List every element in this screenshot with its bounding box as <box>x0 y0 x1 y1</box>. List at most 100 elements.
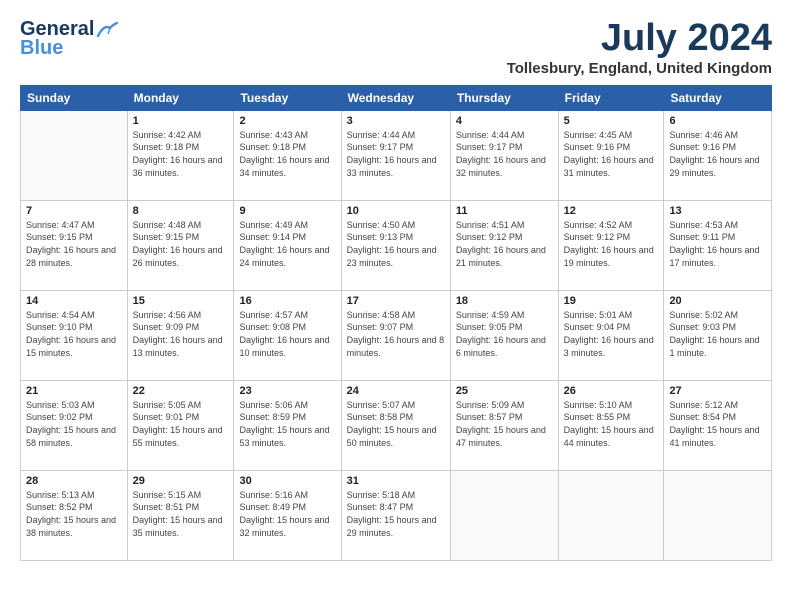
day-number: 21 <box>26 385 122 397</box>
calendar-week-row: 28Sunrise: 5:13 AMSunset: 8:52 PMDayligh… <box>21 470 772 560</box>
day-number: 29 <box>133 475 229 487</box>
calendar-day-cell: 31 Sunrise: 5:18 AMSunset: 8:47 PMDayligh… <box>341 470 450 560</box>
weekday-header: Monday <box>127 85 234 110</box>
day-info: Sunrise: 5:18 AMSunset: 8:47 PMDaylight:… <box>347 489 445 539</box>
calendar-day-cell: 13 Sunrise: 4:53 AMSunset: 9:11 PMDayligh… <box>664 200 772 290</box>
calendar-day-cell: 17Sunrise: 4:58 AMSunset: 9:07 PMDayligh… <box>341 290 450 380</box>
calendar-day-cell: 30 Sunrise: 5:16 AMSunset: 8:49 PMDayligh… <box>234 470 341 560</box>
day-info: Sunrise: 4:51 AMSunset: 9:12 PMDaylight:… <box>456 219 553 269</box>
day-info: Sunrise: 5:02 AMSunset: 9:03 PMDaylight:… <box>669 309 766 359</box>
calendar-week-row: 14 Sunrise: 4:54 AMSunset: 9:10 PMDayligh… <box>21 290 772 380</box>
day-info: Sunrise: 4:47 AMSunset: 9:15 PMDaylight:… <box>26 219 122 269</box>
day-info: Sunrise: 5:16 AMSunset: 8:49 PMDaylight:… <box>239 489 335 539</box>
logo-bird-icon <box>96 22 118 38</box>
calendar-day-cell: 23 Sunrise: 5:06 AMSunset: 8:59 PMDayligh… <box>234 380 341 470</box>
day-info: Sunrise: 4:50 AMSunset: 9:13 PMDaylight:… <box>347 219 445 269</box>
day-number: 7 <box>26 205 122 217</box>
calendar-day-cell: 2Sunrise: 4:43 AMSunset: 9:18 PMDaylight… <box>234 110 341 200</box>
weekday-header: Tuesday <box>234 85 341 110</box>
day-number: 24 <box>347 385 445 397</box>
day-info: Sunrise: 4:49 AMSunset: 9:14 PMDaylight:… <box>239 219 335 269</box>
calendar-day-cell: 22 Sunrise: 5:05 AMSunset: 9:01 PMDayligh… <box>127 380 234 470</box>
month-title: July 2024 <box>507 18 772 60</box>
logo-blue: Blue <box>20 37 63 60</box>
calendar-day-cell: 29Sunrise: 5:15 AMSunset: 8:51 PMDayligh… <box>127 470 234 560</box>
day-number: 18 <box>456 295 553 307</box>
day-number: 9 <box>239 205 335 217</box>
day-number: 10 <box>347 205 445 217</box>
day-number: 13 <box>669 205 766 217</box>
day-number: 20 <box>669 295 766 307</box>
day-info: Sunrise: 5:10 AMSunset: 8:55 PMDaylight:… <box>564 399 659 449</box>
day-number: 4 <box>456 115 553 127</box>
day-info: Sunrise: 5:06 AMSunset: 8:59 PMDaylight:… <box>239 399 335 449</box>
day-number: 22 <box>133 385 229 397</box>
weekday-header: Saturday <box>664 85 772 110</box>
day-number: 26 <box>564 385 659 397</box>
title-block: July 2024 Tollesbury, England, United Ki… <box>507 18 772 77</box>
day-number: 2 <box>239 115 335 127</box>
day-info: Sunrise: 5:05 AMSunset: 9:01 PMDaylight:… <box>133 399 229 449</box>
calendar-page: General Blue July 2024 Tollesbury, Engla… <box>0 0 792 612</box>
day-number: 11 <box>456 205 553 217</box>
calendar-day-cell: 27Sunrise: 5:12 AMSunset: 8:54 PMDayligh… <box>664 380 772 470</box>
day-info: Sunrise: 4:44 AMSunset: 9:17 PMDaylight:… <box>456 129 553 179</box>
calendar-day-cell: 19 Sunrise: 5:01 AMSunset: 9:04 PMDayligh… <box>558 290 664 380</box>
calendar-day-cell: 7 Sunrise: 4:47 AMSunset: 9:15 PMDaylight… <box>21 200 128 290</box>
day-number: 5 <box>564 115 659 127</box>
day-number: 14 <box>26 295 122 307</box>
day-info: Sunrise: 4:42 AMSunset: 9:18 PMDaylight:… <box>133 129 229 179</box>
weekday-header: Wednesday <box>341 85 450 110</box>
day-info: Sunrise: 4:54 AMSunset: 9:10 PMDaylight:… <box>26 309 122 359</box>
calendar-day-cell: 8Sunrise: 4:48 AMSunset: 9:15 PMDaylight… <box>127 200 234 290</box>
calendar-day-cell: 10 Sunrise: 4:50 AMSunset: 9:13 PMDayligh… <box>341 200 450 290</box>
day-number: 16 <box>239 295 335 307</box>
weekday-header: Thursday <box>450 85 558 110</box>
calendar-day-cell: 16Sunrise: 4:57 AMSunset: 9:08 PMDayligh… <box>234 290 341 380</box>
calendar-table: SundayMondayTuesdayWednesdayThursdayFrid… <box>20 85 772 561</box>
day-number: 3 <box>347 115 445 127</box>
day-info: Sunrise: 5:01 AMSunset: 9:04 PMDaylight:… <box>564 309 659 359</box>
calendar-day-cell: 24 Sunrise: 5:07 AMSunset: 8:58 PMDayligh… <box>341 380 450 470</box>
day-info: Sunrise: 5:09 AMSunset: 8:57 PMDaylight:… <box>456 399 553 449</box>
day-number: 23 <box>239 385 335 397</box>
location: Tollesbury, England, United Kingdom <box>507 60 772 77</box>
calendar-day-cell: 12 Sunrise: 4:52 AMSunset: 9:12 PMDayligh… <box>558 200 664 290</box>
calendar-day-cell: 9 Sunrise: 4:49 AMSunset: 9:14 PMDaylight… <box>234 200 341 290</box>
calendar-day-cell: 4 Sunrise: 4:44 AMSunset: 9:17 PMDaylight… <box>450 110 558 200</box>
calendar-week-row: 1Sunrise: 4:42 AMSunset: 9:18 PMDaylight… <box>21 110 772 200</box>
day-number: 17 <box>347 295 445 307</box>
day-info: Sunrise: 4:52 AMSunset: 9:12 PMDaylight:… <box>564 219 659 269</box>
calendar-day-cell: 25 Sunrise: 5:09 AMSunset: 8:57 PMDayligh… <box>450 380 558 470</box>
calendar-day-cell <box>664 470 772 560</box>
calendar-day-cell: 20 Sunrise: 5:02 AMSunset: 9:03 PMDayligh… <box>664 290 772 380</box>
calendar-header-row: SundayMondayTuesdayWednesdayThursdayFrid… <box>21 85 772 110</box>
calendar-day-cell <box>21 110 128 200</box>
day-number: 19 <box>564 295 659 307</box>
day-number: 8 <box>133 205 229 217</box>
day-info: Sunrise: 4:44 AMSunset: 9:17 PMDaylight:… <box>347 129 445 179</box>
day-number: 31 <box>347 475 445 487</box>
day-number: 12 <box>564 205 659 217</box>
calendar-week-row: 7 Sunrise: 4:47 AMSunset: 9:15 PMDaylight… <box>21 200 772 290</box>
day-info: Sunrise: 5:07 AMSunset: 8:58 PMDaylight:… <box>347 399 445 449</box>
day-info: Sunrise: 4:59 AMSunset: 9:05 PMDaylight:… <box>456 309 553 359</box>
day-number: 28 <box>26 475 122 487</box>
logo: General Blue <box>20 18 118 60</box>
day-number: 15 <box>133 295 229 307</box>
day-info: Sunrise: 5:03 AMSunset: 9:02 PMDaylight:… <box>26 399 122 449</box>
day-number: 25 <box>456 385 553 397</box>
calendar-day-cell: 21 Sunrise: 5:03 AMSunset: 9:02 PMDayligh… <box>21 380 128 470</box>
day-info: Sunrise: 4:53 AMSunset: 9:11 PMDaylight:… <box>669 219 766 269</box>
calendar-day-cell: 26 Sunrise: 5:10 AMSunset: 8:55 PMDayligh… <box>558 380 664 470</box>
calendar-day-cell: 5 Sunrise: 4:45 AMSunset: 9:16 PMDaylight… <box>558 110 664 200</box>
calendar-day-cell: 11 Sunrise: 4:51 AMSunset: 9:12 PMDayligh… <box>450 200 558 290</box>
calendar-week-row: 21 Sunrise: 5:03 AMSunset: 9:02 PMDayligh… <box>21 380 772 470</box>
day-number: 27 <box>669 385 766 397</box>
calendar-day-cell <box>558 470 664 560</box>
day-info: Sunrise: 4:45 AMSunset: 9:16 PMDaylight:… <box>564 129 659 179</box>
day-number: 30 <box>239 475 335 487</box>
header: General Blue July 2024 Tollesbury, Engla… <box>20 18 772 77</box>
day-number: 6 <box>669 115 766 127</box>
calendar-day-cell: 3 Sunrise: 4:44 AMSunset: 9:17 PMDaylight… <box>341 110 450 200</box>
